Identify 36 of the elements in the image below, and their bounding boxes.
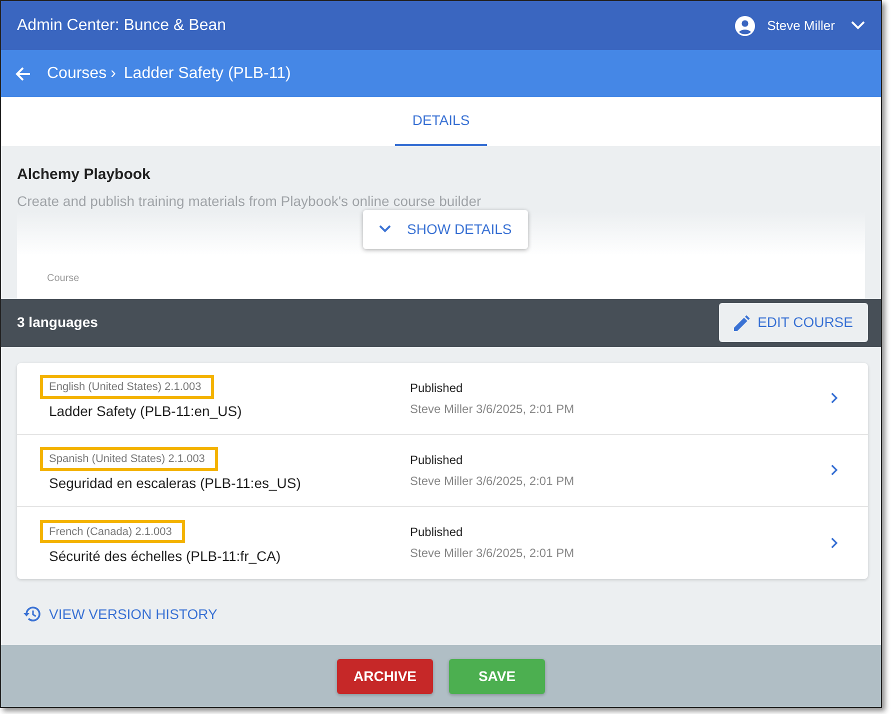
account-icon[interactable] [735, 16, 756, 36]
languages-count: 3 languages [17, 313, 98, 332]
course-description: Create and publish training materials from Playbook's online course builder [17, 192, 482, 211]
chevron-down-icon [379, 225, 391, 233]
edit-course-button[interactable]: EDIT COURSE [718, 303, 868, 342]
back-arrow-icon[interactable] [15, 66, 31, 82]
version-row[interactable]: Spanish (United States) 2.1.003 Seguridad en escaleras (PLB-11:es_US) Published Steve Miller 3/6/2025, 2:01 PM [17, 434, 868, 506]
language-version: English (United States) 2.1.003 [43, 378, 212, 396]
version-status: Published [410, 452, 464, 468]
breadcrumb-current: Ladder Safety (PLB-11) [124, 64, 291, 84]
version-row[interactable]: French (Canada) 2.1.003 Sécurité des échelles (PLB-11:fr_CA) Published Steve Miller 3/6/2025, 2:01 PM [17, 506, 868, 578]
language-version: French (Canada) 2.1.003 [43, 522, 182, 540]
show-details-button[interactable]: SHOW DETAILS [363, 210, 528, 248]
breadcrumb-separator: › [110, 64, 116, 84]
pencil-icon [734, 314, 750, 330]
user-name[interactable]: Steve Miller [767, 16, 835, 36]
field-label: Course [47, 272, 80, 284]
version-name: Seguridad en escaleras (PLB-11:es_US) [49, 474, 302, 493]
version-name: Ladder Safety (PLB-11:en_US) [49, 402, 243, 421]
version-row[interactable]: English (United States) 2.1.003 Ladder Safety (PLB-11:en_US) Published Steve Miller 3/6/2025, 2:01 PM [17, 362, 868, 434]
version-meta: Steve Miller 3/6/2025, 2:01 PM [410, 472, 574, 490]
details-tab[interactable]: DETAILS [395, 97, 487, 146]
course-title: Alchemy Playbook [17, 165, 152, 185]
archive-button[interactable]: ARCHIVE [337, 658, 433, 694]
version-status: Published [410, 524, 464, 541]
version-history-link[interactable]: VIEW VERSION HISTORY [23, 604, 881, 624]
version-meta: Steve Miller 3/6/2025, 2:01 PM [410, 545, 574, 562]
save-button[interactable]: SAVE [449, 658, 545, 694]
caret-icon[interactable] [851, 21, 865, 30]
version-status: Published [410, 380, 464, 396]
version-meta: Steve Miller 3/6/2025, 2:01 PM [410, 400, 574, 418]
app-title: Admin Center: Bunce & Bean [17, 16, 226, 36]
version-name: Sécurité des échelles (PLB-11:fr_CA) [49, 546, 282, 566]
language-version: Spanish (United States) 2.1.003 [43, 450, 215, 468]
breadcrumb-link[interactable]: Courses [47, 62, 107, 86]
history-icon [23, 606, 41, 622]
